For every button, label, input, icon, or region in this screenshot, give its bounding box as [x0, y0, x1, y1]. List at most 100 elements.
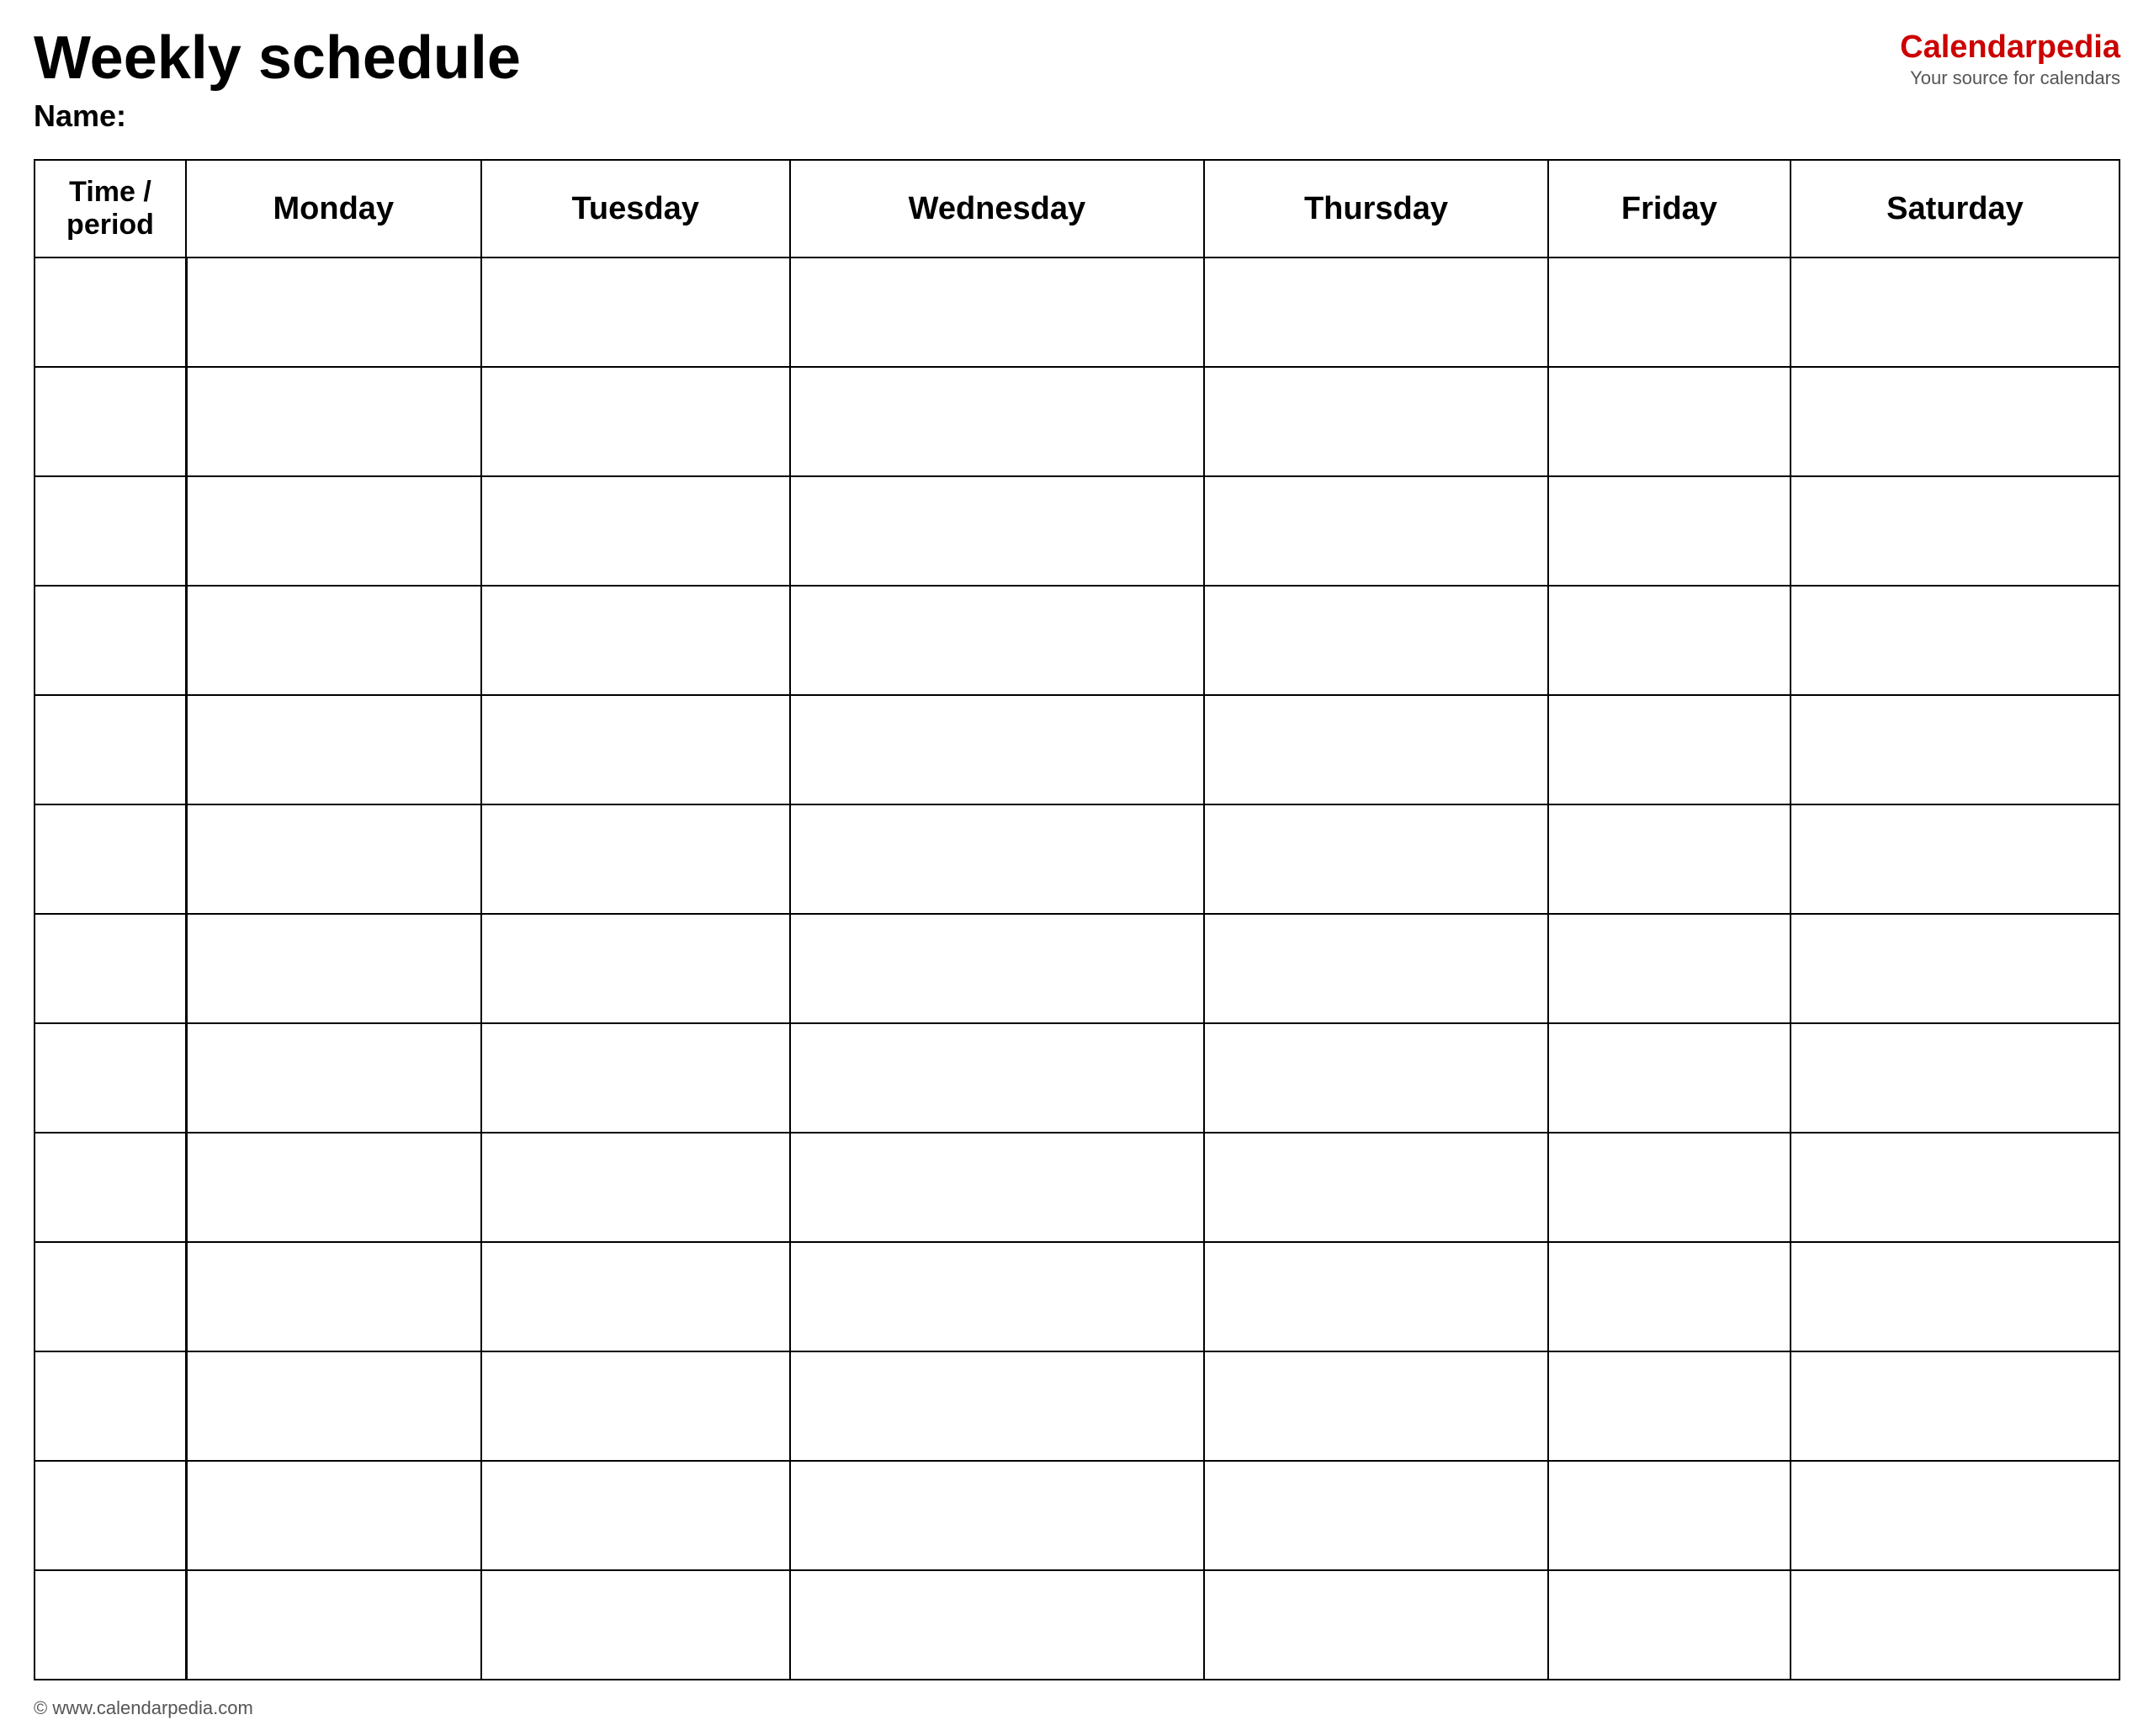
table-cell[interactable] — [1204, 1242, 1548, 1351]
table-cell[interactable] — [790, 1023, 1204, 1133]
table-cell[interactable] — [186, 1351, 481, 1461]
table-cell[interactable] — [34, 695, 186, 804]
table-cell[interactable] — [1791, 1133, 2120, 1242]
table-cell[interactable] — [1548, 257, 1791, 367]
table-cell[interactable] — [1204, 1133, 1548, 1242]
table-cell[interactable] — [34, 1023, 186, 1133]
table-cell[interactable] — [1548, 367, 1791, 476]
table-cell[interactable] — [790, 1351, 1204, 1461]
table-cell[interactable] — [1791, 1023, 2120, 1133]
table-cell[interactable] — [186, 1133, 481, 1242]
table-cell[interactable] — [1791, 1570, 2120, 1680]
table-cell[interactable] — [34, 804, 186, 914]
table-cell[interactable] — [790, 1570, 1204, 1680]
table-cell[interactable] — [34, 1133, 186, 1242]
table-cell[interactable] — [790, 1133, 1204, 1242]
table-cell[interactable] — [1548, 1133, 1791, 1242]
table-cell[interactable] — [481, 1351, 790, 1461]
table-cell[interactable] — [1791, 804, 2120, 914]
table-cell[interactable] — [1548, 1570, 1791, 1680]
table-cell[interactable] — [481, 257, 790, 367]
table-cell[interactable] — [1791, 367, 2120, 476]
table-cell[interactable] — [1548, 1351, 1791, 1461]
table-cell[interactable] — [186, 914, 481, 1023]
table-cell[interactable] — [1791, 1461, 2120, 1570]
table-cell[interactable] — [481, 367, 790, 476]
table-row — [34, 1242, 2120, 1351]
table-cell[interactable] — [34, 1351, 186, 1461]
table-cell[interactable] — [34, 1570, 186, 1680]
logo-section: Calendarpedia Your source for calendars — [1900, 29, 2120, 89]
table-cell[interactable] — [186, 804, 481, 914]
table-cell[interactable] — [1548, 476, 1791, 586]
table-cell[interactable] — [1791, 257, 2120, 367]
table-cell[interactable] — [1204, 257, 1548, 367]
table-cell[interactable] — [1204, 1023, 1548, 1133]
table-cell[interactable] — [481, 804, 790, 914]
table-cell[interactable] — [481, 1570, 790, 1680]
table-cell[interactable] — [34, 586, 186, 695]
table-cell[interactable] — [1548, 804, 1791, 914]
table-cell[interactable] — [790, 476, 1204, 586]
table-cell[interactable] — [790, 367, 1204, 476]
table-cell[interactable] — [481, 1023, 790, 1133]
table-cell[interactable] — [481, 1461, 790, 1570]
table-cell[interactable] — [1204, 695, 1548, 804]
table-cell[interactable] — [34, 476, 186, 586]
table-cell[interactable] — [34, 367, 186, 476]
table-cell[interactable] — [34, 257, 186, 367]
table-cell[interactable] — [1791, 1351, 2120, 1461]
col-header-time: Time / period — [34, 160, 186, 257]
table-cell[interactable] — [34, 914, 186, 1023]
table-cell[interactable] — [1204, 1461, 1548, 1570]
table-cell[interactable] — [1548, 1461, 1791, 1570]
table-cell[interactable] — [790, 257, 1204, 367]
table-cell[interactable] — [186, 695, 481, 804]
table-cell[interactable] — [481, 695, 790, 804]
table-row — [34, 695, 2120, 804]
table-cell[interactable] — [481, 476, 790, 586]
table-cell[interactable] — [1548, 1023, 1791, 1133]
table-cell[interactable] — [1204, 914, 1548, 1023]
table-cell[interactable] — [790, 1242, 1204, 1351]
col-header-monday: Monday — [186, 160, 481, 257]
weekly-schedule-table: Time / period Monday Tuesday Wednesday T… — [34, 159, 2120, 1680]
table-cell[interactable] — [186, 586, 481, 695]
table-cell[interactable] — [790, 1461, 1204, 1570]
table-cell[interactable] — [1791, 1242, 2120, 1351]
table-cell[interactable] — [1204, 367, 1548, 476]
table-cell[interactable] — [186, 1570, 481, 1680]
col-header-wednesday: Wednesday — [790, 160, 1204, 257]
page-title: Weekly schedule — [34, 25, 521, 92]
table-cell[interactable] — [1548, 695, 1791, 804]
table-cell[interactable] — [790, 586, 1204, 695]
table-cell[interactable] — [1548, 1242, 1791, 1351]
table-cell[interactable] — [790, 914, 1204, 1023]
table-cell[interactable] — [186, 1461, 481, 1570]
table-cell[interactable] — [481, 1242, 790, 1351]
table-cell[interactable] — [1791, 914, 2120, 1023]
table-cell[interactable] — [1204, 586, 1548, 695]
table-cell[interactable] — [1204, 804, 1548, 914]
table-cell[interactable] — [34, 1242, 186, 1351]
table-cell[interactable] — [186, 476, 481, 586]
table-cell[interactable] — [790, 695, 1204, 804]
table-cell[interactable] — [1548, 914, 1791, 1023]
table-cell[interactable] — [1204, 476, 1548, 586]
table-cell[interactable] — [790, 804, 1204, 914]
table-row — [34, 1023, 2120, 1133]
table-cell[interactable] — [1204, 1351, 1548, 1461]
table-cell[interactable] — [481, 586, 790, 695]
table-cell[interactable] — [186, 1023, 481, 1133]
table-cell[interactable] — [1791, 586, 2120, 695]
table-cell[interactable] — [1791, 695, 2120, 804]
table-cell[interactable] — [34, 1461, 186, 1570]
table-cell[interactable] — [186, 257, 481, 367]
table-cell[interactable] — [481, 1133, 790, 1242]
table-cell[interactable] — [1791, 476, 2120, 586]
table-cell[interactable] — [186, 367, 481, 476]
table-cell[interactable] — [481, 914, 790, 1023]
table-cell[interactable] — [1204, 1570, 1548, 1680]
table-cell[interactable] — [1548, 586, 1791, 695]
table-cell[interactable] — [186, 1242, 481, 1351]
